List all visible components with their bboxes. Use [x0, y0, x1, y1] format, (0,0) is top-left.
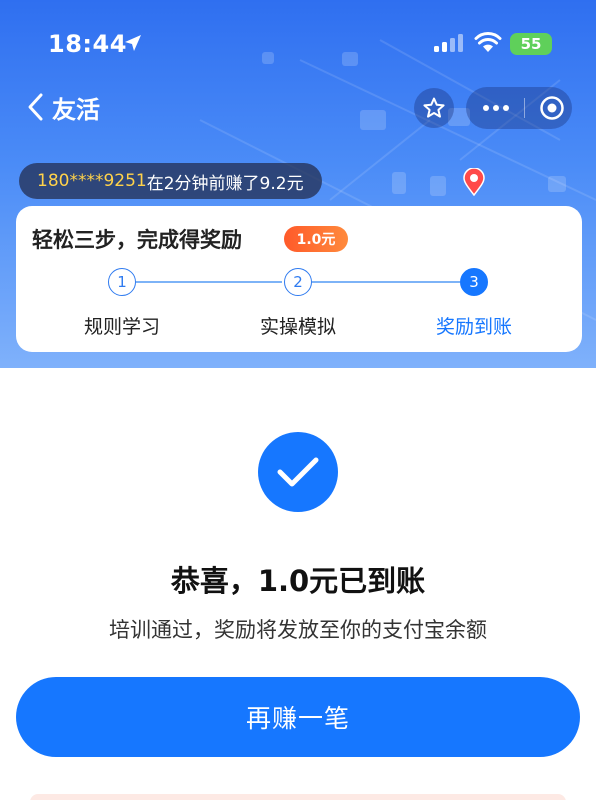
success-headline: 恭喜，1.0元已到账: [170, 564, 426, 598]
step-3-label: 奖励到账: [435, 316, 512, 338]
bottom-card-edge: [30, 794, 566, 800]
step-3-indicator: 3: [460, 268, 488, 296]
checkmark-icon: [277, 457, 319, 487]
status-bar: 18:44 55: [0, 0, 596, 84]
location-arrow-icon: [125, 35, 141, 51]
back-icon[interactable]: [26, 92, 46, 122]
success-check-icon: [258, 432, 338, 512]
step-1-label: 规则学习: [83, 316, 160, 338]
step-2-label: 实操模拟: [259, 316, 336, 338]
signal-icon: [434, 34, 463, 52]
ticker-message: 在2分钟前赚了9.2元: [146, 173, 304, 194]
location-marker-icon: [463, 168, 485, 196]
reward-badge: 1.0元: [284, 226, 348, 252]
nav-bar: 友活: [0, 84, 596, 130]
page-title: 友活: [52, 96, 100, 124]
steps-title: 轻松三步，完成得奖励: [32, 228, 242, 252]
star-icon: [423, 97, 445, 118]
success-subline: 培训通过，奖励将发放至你的支付宝余额: [109, 618, 487, 642]
step-connector: [136, 281, 282, 283]
battery-level: 55: [520, 35, 542, 53]
favorite-button[interactable]: [414, 88, 454, 128]
step-1-indicator: 1: [108, 268, 136, 296]
step-connector: [312, 281, 460, 283]
steps-card: 轻松三步，完成得奖励 1.0元 1 2 3 规则学习 实操模拟 奖励到账: [16, 206, 582, 352]
capsule-divider: [524, 98, 525, 118]
ticker-phone: 180****9251: [37, 171, 147, 191]
more-icon[interactable]: [482, 104, 510, 112]
earn-again-button[interactable]: 再赚一笔: [16, 677, 580, 757]
status-time: 18:44: [48, 30, 127, 58]
battery-icon: 55: [510, 33, 552, 55]
earnings-ticker: 180****9251 在2分钟前赚了9.2元: [19, 163, 322, 199]
mini-app-capsule: [466, 87, 572, 129]
wifi-icon: [474, 32, 502, 52]
step-2-indicator: 2: [284, 268, 312, 296]
target-icon[interactable]: [539, 95, 565, 121]
hero-banner: 18:44 55 友活 180****9251 在2分钟前赚了9.2元 轻松三步…: [0, 0, 596, 368]
